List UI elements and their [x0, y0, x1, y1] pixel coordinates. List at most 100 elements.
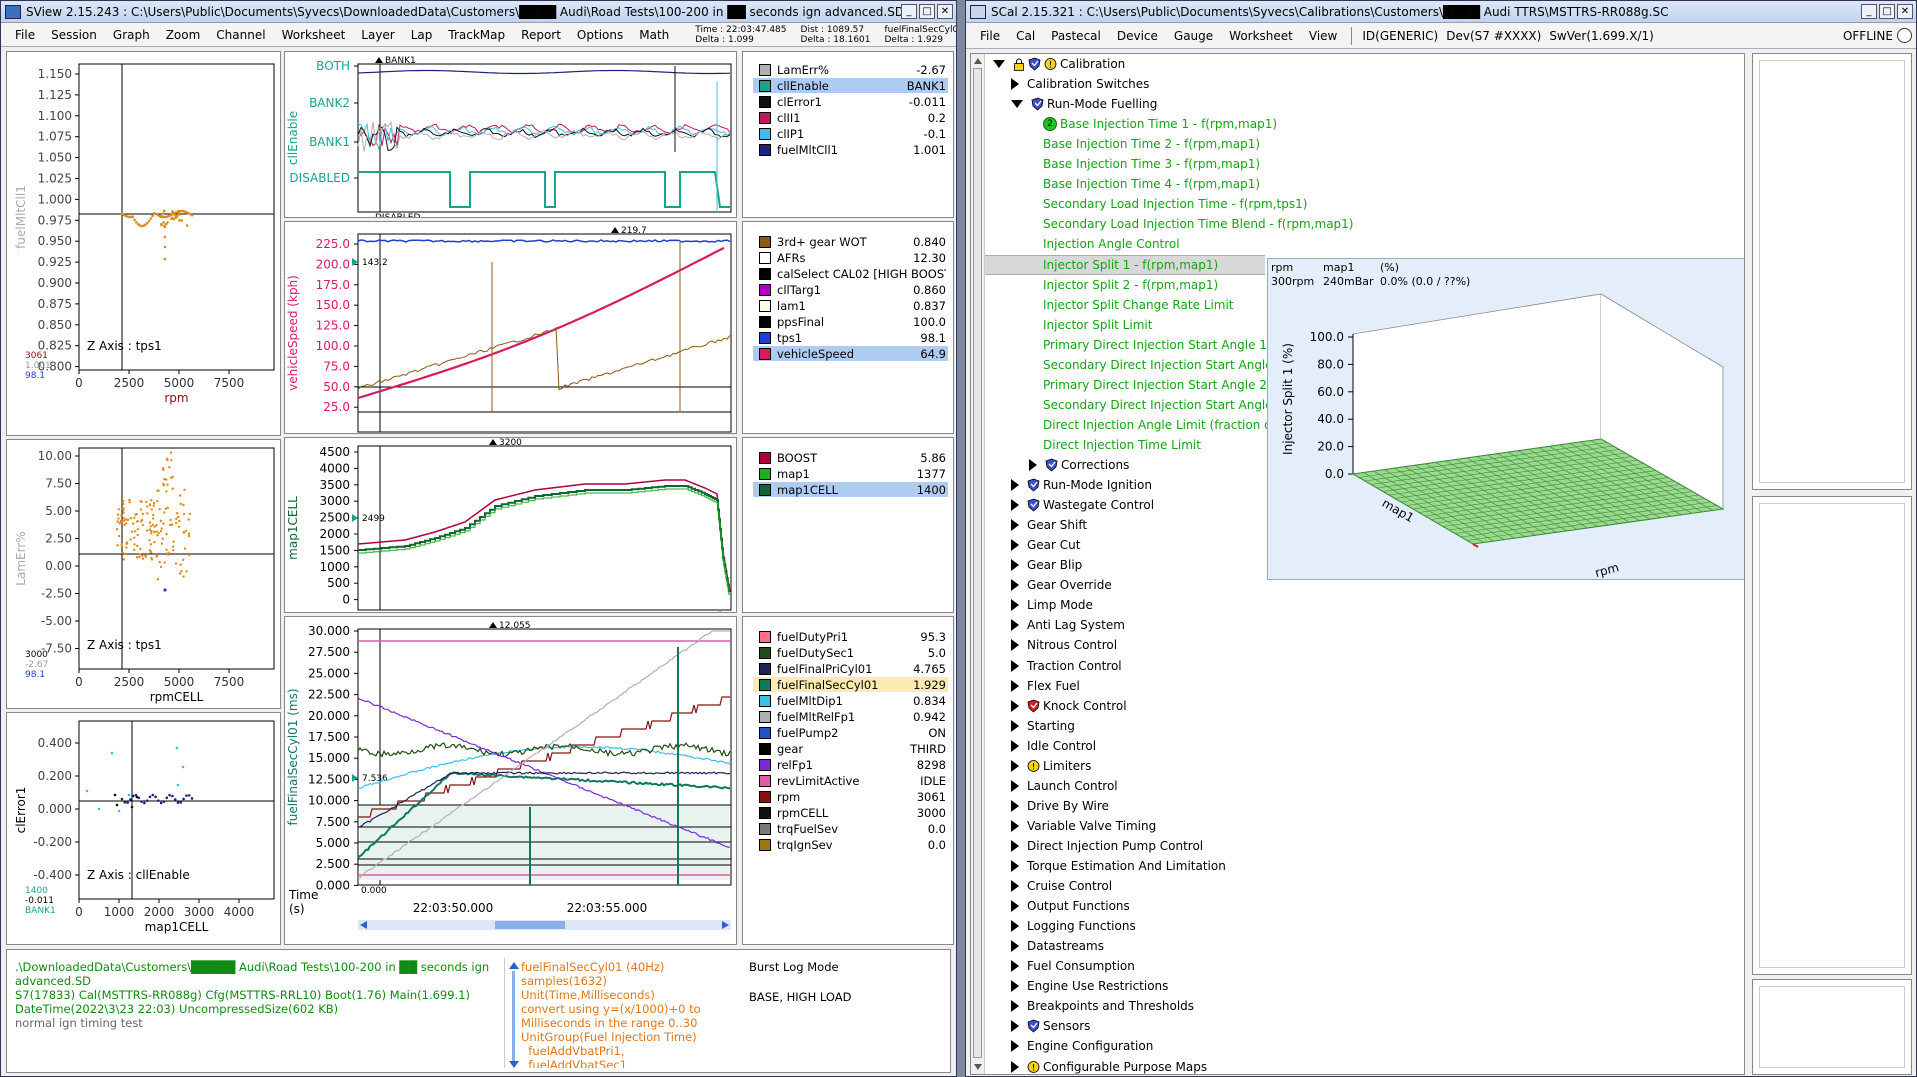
tree-item[interactable]: Engine Configuration — [1011, 1036, 1153, 1056]
channel-row[interactable]: cllEnable BANK1 — [753, 78, 948, 93]
expand-open-icon[interactable] — [1011, 100, 1023, 109]
channel-row[interactable]: relFp1 8298 — [753, 757, 948, 772]
tree-item[interactable]: ! Configurable Purpose Maps — [1011, 1057, 1207, 1075]
channel-row[interactable]: trqIgnSev 0.0 — [753, 837, 948, 852]
expand-closed-icon[interactable] — [1011, 519, 1019, 532]
channel-row[interactable]: clIP1 -0.1 — [753, 126, 948, 141]
tree-item[interactable]: Idle Control — [1011, 736, 1096, 756]
channel-row[interactable]: fuelFinalPriCyl01 4.765 — [753, 661, 948, 676]
maximize-icon[interactable]: □ — [919, 4, 935, 19]
tree-item[interactable]: Run-Mode Ignition — [1011, 475, 1152, 495]
tree-item[interactable]: Injector Split Limit — [1043, 315, 1152, 335]
tree-item[interactable]: Gear Blip — [1011, 555, 1082, 575]
expand-closed-icon[interactable] — [1011, 499, 1019, 512]
tree-item[interactable]: Primary Direct Injection Start Angle 1 ( — [1043, 335, 1275, 355]
menu-channel[interactable]: Channel — [208, 28, 273, 42]
channel-row[interactable]: gear THIRD — [753, 741, 948, 756]
channel-row[interactable]: rpm 3061 — [753, 789, 948, 804]
expand-open-icon[interactable] — [993, 60, 1005, 68]
tree-item[interactable]: Flex Fuel — [1011, 676, 1080, 696]
expand-closed-icon[interactable] — [1011, 639, 1019, 652]
channel-row[interactable]: map1CELL 1400 — [753, 482, 948, 497]
menu-file[interactable]: File — [972, 29, 1008, 43]
channel-row[interactable]: map1 1377 — [753, 466, 948, 481]
minimize-icon[interactable]: _ — [1861, 4, 1877, 19]
tree-item[interactable]: Direct Injection Angle Limit (fraction o… — [1043, 415, 1276, 435]
menu-gauge[interactable]: Gauge — [1166, 29, 1221, 43]
xy-plot-clerror1[interactable]: 0.400 0.200 0.000 -0.200 -0.400 0 1000 2000 3000… — [6, 712, 281, 945]
time-plot-cllenable[interactable]: BOTH BANK2 BANK1 DISABLED cllEnable BANK1 DISA… — [284, 51, 737, 223]
tree-item[interactable]: Injection Angle Control — [1043, 234, 1180, 254]
expand-closed-icon[interactable] — [1011, 539, 1019, 552]
tree-item[interactable]: Gear Cut — [1011, 535, 1080, 555]
tree-item[interactable]: Knock Control — [1011, 696, 1127, 716]
tree-item[interactable]: Breakpoints and Thresholds — [1011, 996, 1194, 1016]
tree-item[interactable]: Direct Injection Pump Control — [1011, 836, 1203, 856]
expand-closed-icon[interactable] — [1011, 920, 1019, 933]
time-scroll-thumb[interactable] — [495, 921, 565, 929]
channel-row[interactable]: fuelDutySec1 5.0 — [753, 645, 948, 660]
channel-row[interactable]: clError1 -0.011 — [753, 94, 948, 109]
channel-row[interactable]: fuelMltCll1 1.001 — [753, 142, 948, 157]
expand-closed-icon[interactable] — [1011, 799, 1019, 812]
tree-item[interactable]: Logging Functions — [1011, 916, 1136, 936]
expand-closed-icon[interactable] — [1011, 900, 1019, 913]
tree-item[interactable]: Secondary Load Injection Time Blend - f(… — [1043, 214, 1353, 234]
tree-item[interactable]: Base Injection Time 4 - f(rpm,map1) — [1043, 174, 1260, 194]
expand-closed-icon[interactable] — [1011, 1000, 1019, 1013]
expand-closed-icon[interactable] — [1011, 880, 1019, 893]
expand-closed-icon[interactable] — [1011, 839, 1019, 852]
tree-item[interactable]: Datastreams — [1011, 936, 1104, 956]
tree-item[interactable]: Base Injection Time 3 - f(rpm,map1) — [1043, 154, 1260, 174]
sview-titlebar[interactable]: SView 2.15.243 : C:\Users\Public\Documen… — [1, 1, 956, 23]
scal-titlebar[interactable]: SCal 2.15.321 : C:\Users\Public\Document… — [966, 1, 1916, 23]
menu-lap[interactable]: Lap — [403, 28, 441, 42]
menu-device[interactable]: Device — [1109, 29, 1166, 43]
tree-item[interactable]: Cruise Control — [1011, 876, 1112, 896]
scroll-up-icon[interactable] — [509, 962, 519, 969]
tree-item[interactable]: Gear Override — [1011, 575, 1112, 595]
tree-scrollbar[interactable] — [971, 54, 985, 1074]
menu-math[interactable]: Math — [631, 28, 677, 42]
channel-row[interactable]: fuelFinalSecCyl01 1.929 — [753, 677, 948, 692]
channel-row[interactable]: lam1 0.837 — [753, 298, 948, 313]
xy-plot-lamerr[interactable]: 10.00 7.50 5.00 2.50 0.00 -2.50 -5.00 -7.50 0 250… — [6, 439, 281, 709]
channel-info-scrollbar[interactable] — [509, 960, 519, 1068]
time-plot-map1cell[interactable]: 4500 4000 3500 3000 2500 2000 1500 1000 500 0 map1… — [284, 437, 737, 621]
tree-item[interactable]: Starting — [1011, 716, 1075, 736]
tree-item[interactable]: Launch Control — [1011, 776, 1118, 796]
expand-closed-icon[interactable] — [1011, 619, 1019, 632]
tree-item[interactable]: Variable Valve Timing — [1011, 816, 1156, 836]
tree-item[interactable]: Secondary Load Injection Time - f(rpm,tp… — [1043, 194, 1307, 214]
tree-item[interactable]: Wastegate Control — [1011, 495, 1154, 515]
tree-item[interactable]: Drive By Wire — [1011, 796, 1109, 816]
tree-item[interactable]: Secondary Direct Injection Start Angle — [1043, 355, 1273, 375]
channel-row[interactable]: fuelMltDip1 0.834 — [753, 693, 948, 708]
expand-closed-icon[interactable] — [1011, 719, 1019, 732]
expand-closed-icon[interactable] — [1011, 479, 1019, 492]
scroll-thumb[interactable] — [973, 68, 982, 1058]
tree-item[interactable]: Calibration Switches — [1011, 74, 1149, 94]
menu-file[interactable]: File — [7, 28, 43, 42]
expand-closed-icon[interactable] — [1011, 1020, 1019, 1033]
menu-session[interactable]: Session — [43, 28, 105, 42]
tree-item[interactable]: Injector Split 1 - f(rpm,map1) — [985, 254, 1265, 275]
expand-closed-icon[interactable] — [1011, 679, 1019, 692]
channel-row[interactable]: rpmCELL 3000 — [753, 805, 948, 820]
tree-item[interactable]: Injector Split Change Rate Limit — [1043, 295, 1234, 315]
menu-view[interactable]: View — [1301, 29, 1345, 43]
channel-row[interactable]: LamErr% -2.67 — [753, 62, 948, 77]
tree-item[interactable]: 2 Base Injection Time 1 - f(rpm,map1) — [1043, 114, 1277, 134]
expand-closed-icon[interactable] — [1011, 1040, 1019, 1053]
maximize-icon[interactable]: □ — [1879, 4, 1895, 19]
menu-options[interactable]: Options — [569, 28, 631, 42]
scroll-track[interactable] — [512, 971, 515, 1061]
expand-closed-icon[interactable] — [1011, 860, 1019, 872]
surface-3d-plot[interactable]: 100.0 80.0 60.0 40.0 20.0 0.0 Injector Split 1… — [1268, 289, 1745, 579]
expand-closed-icon[interactable] — [1011, 599, 1019, 612]
scroll-down-icon[interactable] — [974, 1064, 982, 1070]
menu-zoom[interactable]: Zoom — [158, 28, 209, 42]
channel-row[interactable]: BOOST 5.86 — [753, 450, 948, 465]
tree-item[interactable]: Gear Shift — [1011, 515, 1087, 535]
channel-row[interactable]: fuelDutyPri1 95.3 — [753, 629, 948, 644]
